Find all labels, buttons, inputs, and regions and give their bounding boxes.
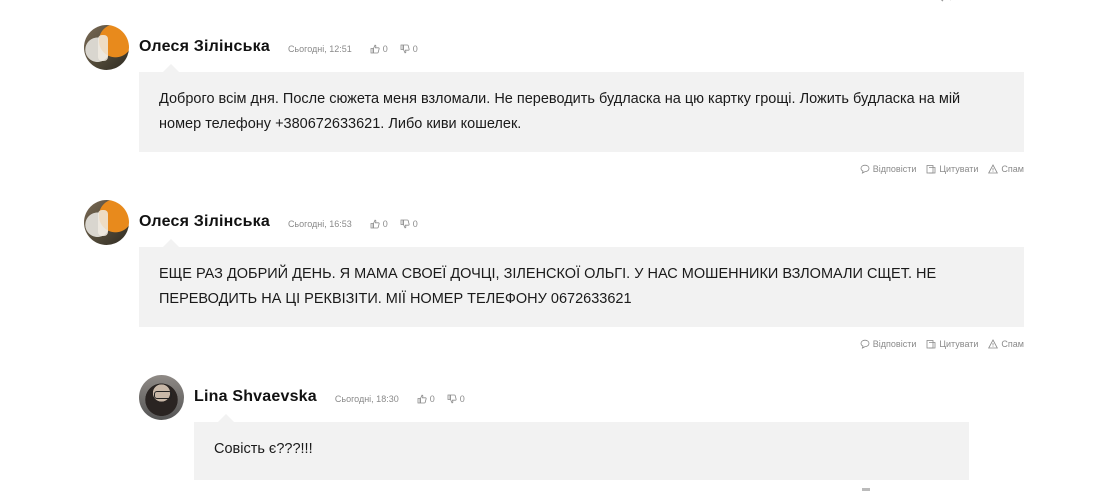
comment-header: Олеся Зілінська Сьогодні, 12:51 0 0 [84, 24, 1024, 70]
comment-body: Доброго всім дня. После сюжета меня взло… [139, 64, 1024, 152]
warning-icon [988, 164, 999, 174]
comment-reply: Lina Shvaevska Сьогодні, 18:30 0 0 Совіс… [139, 374, 969, 480]
spam-label: Спам [1001, 339, 1024, 349]
comment: Олеся Зілінська Сьогодні, 16:53 0 0 ЕЩЕ … [84, 199, 1024, 349]
like-button[interactable]: 0 [417, 394, 435, 404]
reply-button[interactable]: Відповісти [860, 339, 917, 349]
spam-label: Спам [1001, 164, 1024, 174]
comments-section: Олеся Зілінська Сьогодні, 12:51 0 0 Добр… [0, 0, 1120, 491]
warning-icon [988, 339, 999, 349]
partial-icon [940, 0, 951, 2]
quote-icon [926, 165, 936, 174]
comment-time: Сьогодні, 18:30 [334, 394, 399, 404]
spam-button[interactable]: Спам [988, 339, 1024, 349]
thumbs-down-icon [447, 394, 457, 404]
quote-icon [926, 340, 936, 349]
author-name[interactable]: Lina Shvaevska [194, 388, 317, 406]
comment: Олеся Зілінська Сьогодні, 12:51 0 0 Добр… [84, 24, 1024, 174]
avatar[interactable] [84, 24, 129, 70]
quote-label: Цитувати [939, 164, 979, 174]
dislike-button[interactable]: 0 [400, 219, 418, 229]
quote-label: Цитувати [939, 339, 979, 349]
comment-actions: Відповісти Цитувати Спам [84, 164, 1024, 174]
comment-header: Lina Shvaevska Сьогодні, 18:30 0 0 [139, 374, 969, 420]
dislike-button[interactable]: 0 [447, 394, 465, 404]
like-button[interactable]: 0 [370, 219, 388, 229]
quote-button[interactable]: Цитувати [926, 339, 978, 349]
spam-button[interactable]: Спам [988, 164, 1024, 174]
like-count: 0 [382, 219, 388, 229]
quote-button[interactable]: Цитувати [926, 164, 978, 174]
comment-time: Сьогодні, 12:51 [287, 44, 352, 54]
like-count: 0 [382, 44, 388, 54]
speech-bubble-icon [860, 164, 870, 174]
comment-actions: Відповісти Цитувати Спам [84, 339, 1024, 349]
dislike-count: 0 [412, 219, 418, 229]
comment-time: Сьогодні, 16:53 [287, 219, 352, 229]
reply-label: Відповісти [872, 339, 917, 349]
comment-body: Совість є???!!! [194, 414, 969, 480]
like-count: 0 [429, 394, 435, 404]
thumbs-down-icon [400, 219, 410, 229]
comment-header: Олеся Зілінська Сьогодні, 16:53 0 0 [84, 199, 1024, 245]
reply-label: Відповісти [872, 164, 917, 174]
avatar[interactable] [139, 374, 184, 420]
thumbs-up-icon [370, 44, 380, 54]
like-button[interactable]: 0 [370, 44, 388, 54]
dislike-count: 0 [412, 44, 418, 54]
author-name[interactable]: Олеся Зілінська [139, 213, 270, 231]
thumbs-up-icon [370, 219, 380, 229]
comment-body: ЕЩЕ РАЗ ДОБРИЙ ДЕНЬ. Я МАМА СВОЕЇ ДОЧЦІ,… [139, 239, 1024, 327]
speech-bubble-icon [860, 339, 870, 349]
reply-button[interactable]: Відповісти [860, 164, 917, 174]
avatar[interactable] [84, 199, 129, 245]
thumbs-up-icon [417, 394, 427, 404]
thumbs-down-icon [400, 44, 410, 54]
dislike-button[interactable]: 0 [400, 44, 418, 54]
dislike-count: 0 [459, 394, 465, 404]
author-name[interactable]: Олеся Зілінська [139, 38, 270, 56]
